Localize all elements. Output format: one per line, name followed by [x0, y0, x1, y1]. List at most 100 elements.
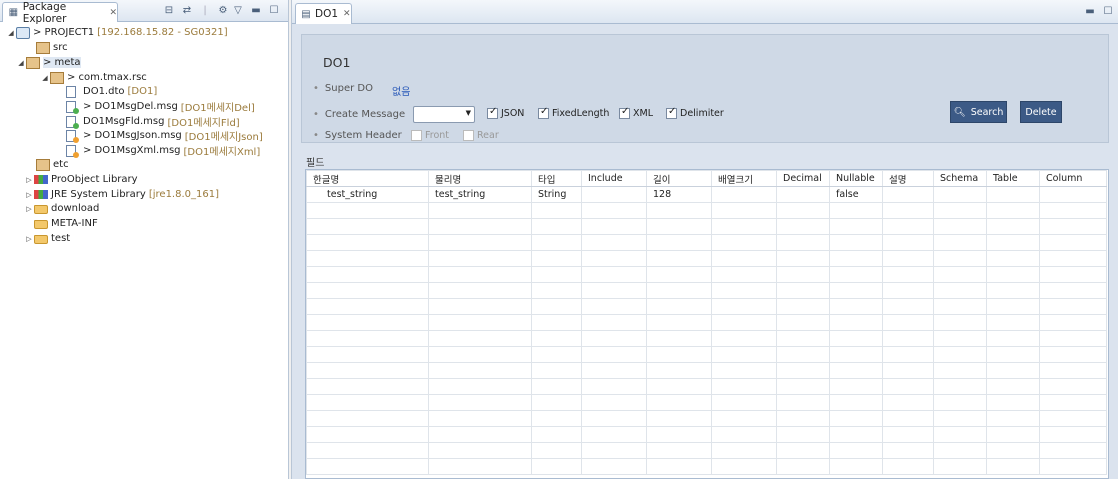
collapsed-arrow-icon[interactable]: ▷ — [24, 235, 34, 243]
table-cell[interactable] — [306, 410, 429, 427]
table-cell[interactable] — [646, 266, 712, 283]
expanded-arrow-icon[interactable]: ◢ — [16, 59, 26, 67]
table-cell[interactable] — [581, 458, 647, 475]
table-row-empty[interactable] — [306, 234, 1107, 251]
table-cell[interactable] — [581, 202, 647, 219]
table-cell[interactable] — [306, 266, 429, 283]
table-cell[interactable] — [776, 234, 830, 251]
table-cell[interactable] — [882, 458, 934, 475]
checkbox-checked-icon[interactable] — [538, 106, 549, 119]
table-cell[interactable] — [428, 234, 532, 251]
tree-item-download[interactable]: ▷ download — [24, 201, 99, 216]
table-row-empty[interactable] — [306, 394, 1107, 411]
table-cell[interactable] — [646, 426, 712, 443]
table-cell[interactable] — [829, 426, 883, 443]
table-cell[interactable] — [1039, 346, 1107, 363]
table-cell[interactable] — [776, 346, 830, 363]
table-cell[interactable] — [986, 442, 1040, 459]
table-cell[interactable] — [711, 202, 777, 219]
table-row-empty[interactable] — [306, 442, 1107, 459]
table-cell[interactable] — [306, 330, 429, 347]
table-row[interactable]: test_string test_string String 128 false — [306, 186, 1107, 203]
table-cell[interactable] — [882, 378, 934, 395]
table-cell[interactable] — [986, 234, 1040, 251]
table-cell[interactable] — [581, 362, 647, 379]
table-cell[interactable] — [829, 362, 883, 379]
close-icon[interactable]: ✕ — [109, 8, 117, 18]
table-cell[interactable] — [428, 330, 532, 347]
table-cell[interactable] — [711, 298, 777, 315]
table-cell[interactable] — [428, 298, 532, 315]
front-checkbox[interactable]: Front — [411, 130, 449, 141]
tree-item-do1msgdel[interactable]: > DO1MsgDel.msg [DO1메세지Del] — [66, 99, 255, 114]
table-cell[interactable] — [882, 346, 934, 363]
checkbox-unchecked-icon[interactable] — [411, 130, 422, 141]
table-cell[interactable]: false — [829, 186, 883, 203]
table-cell[interactable] — [776, 426, 830, 443]
table-cell[interactable] — [776, 362, 830, 379]
table-cell[interactable] — [933, 426, 987, 443]
table-cell[interactable] — [882, 202, 934, 219]
table-cell[interactable] — [646, 346, 712, 363]
table-cell[interactable] — [829, 442, 883, 459]
table-cell[interactable] — [711, 394, 777, 411]
table-row-empty[interactable] — [306, 282, 1107, 299]
table-cell[interactable] — [933, 458, 987, 475]
table-cell[interactable] — [986, 410, 1040, 427]
table-cell[interactable] — [882, 186, 934, 203]
create-message-select[interactable] — [413, 106, 475, 123]
table-cell[interactable] — [428, 202, 532, 219]
table-cell[interactable]: test_string — [306, 186, 429, 203]
table-cell[interactable] — [306, 442, 429, 459]
table-cell[interactable] — [882, 362, 934, 379]
collapsed-arrow-icon[interactable]: ▷ — [24, 205, 34, 213]
table-cell[interactable] — [933, 314, 987, 331]
table-cell[interactable]: String — [531, 186, 582, 203]
table-cell[interactable] — [306, 298, 429, 315]
table-cell[interactable] — [1039, 362, 1107, 379]
table-cell[interactable] — [1039, 378, 1107, 395]
column-header[interactable]: Table — [986, 170, 1040, 187]
search-button[interactable]: 🔍︎ Search — [950, 101, 1007, 123]
checkbox-checked-icon[interactable] — [487, 106, 498, 119]
table-cell[interactable] — [531, 442, 582, 459]
table-cell[interactable] — [646, 442, 712, 459]
table-cell[interactable] — [882, 442, 934, 459]
table-cell[interactable] — [1039, 394, 1107, 411]
table-row-empty[interactable] — [306, 250, 1107, 267]
table-cell[interactable] — [711, 330, 777, 347]
table-cell[interactable] — [581, 282, 647, 299]
table-cell[interactable] — [829, 218, 883, 235]
table-cell[interactable] — [776, 218, 830, 235]
table-cell[interactable] — [882, 234, 934, 251]
table-cell[interactable] — [933, 394, 987, 411]
column-header[interactable]: Column — [1039, 170, 1107, 187]
fixedlength-checkbox[interactable]: FixedLength — [538, 106, 609, 119]
table-cell[interactable] — [306, 426, 429, 443]
tree-item-proobject-library[interactable]: ▷ ProObject Library — [24, 172, 137, 187]
table-cell[interactable] — [776, 298, 830, 315]
table-cell[interactable] — [581, 330, 647, 347]
table-cell[interactable] — [986, 458, 1040, 475]
table-cell[interactable] — [306, 282, 429, 299]
column-header[interactable]: 타입 — [531, 170, 582, 187]
table-cell[interactable] — [1039, 218, 1107, 235]
tree-item-meta-inf[interactable]: META-INF — [24, 216, 98, 231]
table-cell[interactable] — [933, 266, 987, 283]
table-cell[interactable] — [428, 378, 532, 395]
table-cell[interactable] — [829, 250, 883, 267]
table-cell[interactable] — [986, 202, 1040, 219]
table-cell[interactable] — [986, 330, 1040, 347]
table-cell[interactable] — [711, 458, 777, 475]
table-cell[interactable] — [581, 186, 647, 203]
table-cell[interactable] — [711, 282, 777, 299]
table-cell[interactable] — [829, 346, 883, 363]
table-cell[interactable] — [776, 458, 830, 475]
table-cell[interactable] — [829, 378, 883, 395]
table-cell[interactable] — [882, 298, 934, 315]
table-cell[interactable] — [1039, 234, 1107, 251]
tree-item-do1-dto[interactable]: DO1.dto [DO1] — [66, 84, 157, 99]
table-cell[interactable] — [531, 266, 582, 283]
table-cell[interactable] — [531, 458, 582, 475]
expanded-arrow-icon[interactable]: ◢ — [6, 29, 16, 37]
